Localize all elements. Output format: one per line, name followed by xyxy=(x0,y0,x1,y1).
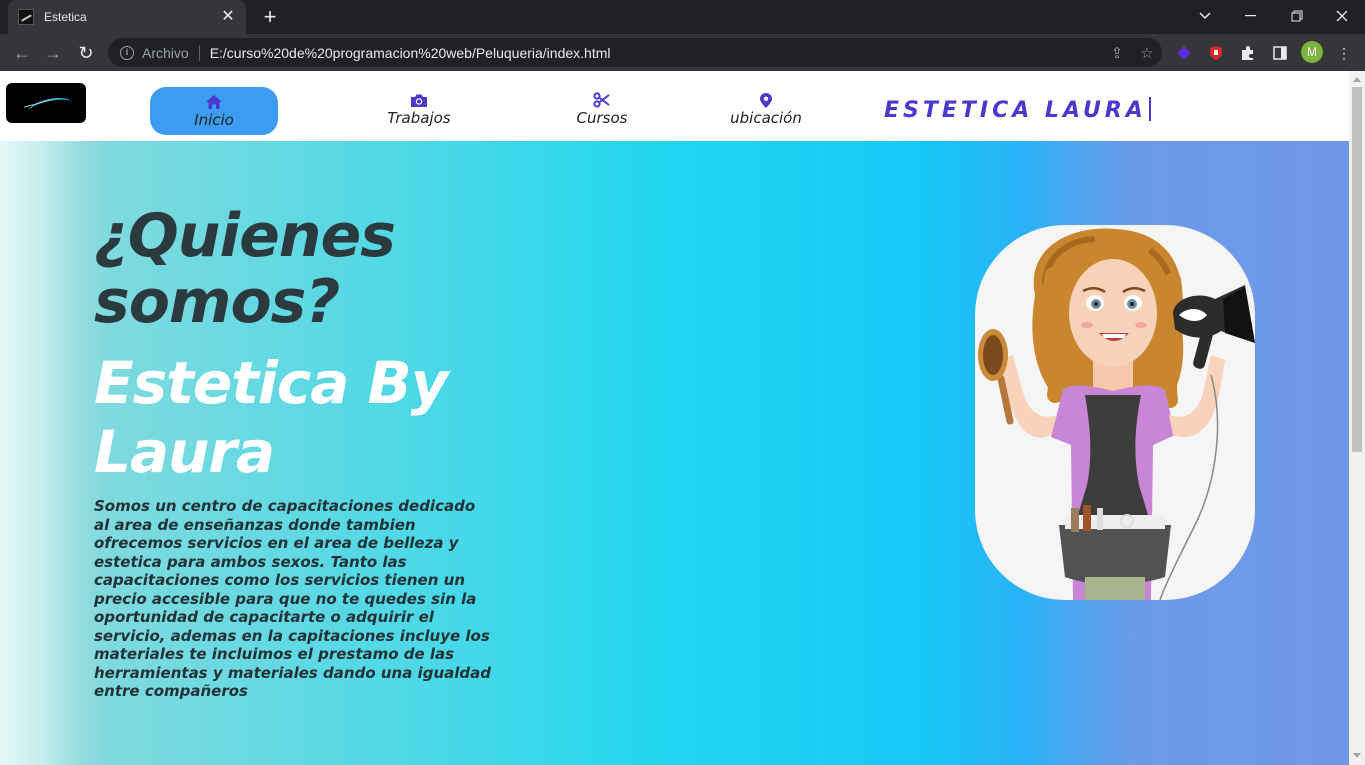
camera-icon xyxy=(410,91,428,109)
brand-text: ESTETICA LAURA xyxy=(884,98,1147,123)
nav-label-cursos: Cursos xyxy=(576,109,628,127)
site-favicon-icon xyxy=(18,9,34,25)
close-tab-icon[interactable]: ✕ xyxy=(220,9,236,25)
back-arrow-icon[interactable]: ← xyxy=(9,40,35,66)
divider xyxy=(198,44,200,61)
reload-icon[interactable]: ↻ xyxy=(73,40,99,66)
nav-item-inicio[interactable]: Inicio xyxy=(150,87,278,135)
page-scrollbar[interactable] xyxy=(1349,71,1365,765)
hero-description: Somos un centro de capacitaciones dedica… xyxy=(94,497,491,700)
hero-subtitle: Estetica By Laura xyxy=(94,349,449,486)
nav-label-trabajos: Trabajos xyxy=(387,109,451,127)
scissors-icon xyxy=(593,91,611,109)
extension-diamond-icon[interactable] xyxy=(1173,42,1195,64)
hairdresser-illustration xyxy=(975,225,1255,600)
scheme-label: Archivo xyxy=(142,44,189,61)
menu-kebab-icon[interactable]: ⋮ xyxy=(1333,42,1355,64)
browser-tab-bar: Estetica ✕ + xyxy=(0,0,1365,34)
side-panel-icon[interactable] xyxy=(1269,42,1291,64)
hero-title: ¿Quienes somos? xyxy=(94,201,396,337)
bookmark-star-icon[interactable]: ☆ xyxy=(1132,44,1162,62)
new-tab-button[interactable]: + xyxy=(258,6,282,28)
page-viewport: Inicio Trabajos Cursos ubicación ESTETIC… xyxy=(0,71,1349,765)
site-logo[interactable] xyxy=(6,83,86,123)
forward-arrow-icon[interactable]: → xyxy=(40,40,66,66)
scroll-down-arrow-icon[interactable] xyxy=(1353,753,1361,758)
profile-avatar[interactable]: M xyxy=(1301,41,1323,63)
close-window-button[interactable] xyxy=(1320,0,1364,32)
browser-toolbar: ← → ↻ i Archivo E:/curso%20de%20programa… xyxy=(0,34,1365,71)
location-pin-icon xyxy=(759,91,773,109)
nav-label-inicio: Inicio xyxy=(194,111,234,129)
nav-item-cursos[interactable]: Cursos xyxy=(562,85,642,133)
site-header: Inicio Trabajos Cursos ubicación ESTETIC… xyxy=(0,71,1349,141)
extensions-puzzle-icon[interactable] xyxy=(1237,42,1259,64)
nav-item-trabajos[interactable]: Trabajos xyxy=(370,85,468,133)
brand-title: ESTETICA LAURA xyxy=(884,97,1151,123)
nav-label-ubicacion: ubicación xyxy=(730,109,802,127)
home-icon xyxy=(205,93,223,111)
info-icon[interactable]: i xyxy=(120,45,134,60)
nav-item-ubicacion[interactable]: ubicación xyxy=(716,85,816,133)
tab-search-chevron-down-icon[interactable] xyxy=(1183,0,1227,32)
tab-title: Estetica xyxy=(44,10,87,24)
browser-tab[interactable]: Estetica ✕ xyxy=(8,0,246,34)
minimize-window-button[interactable] xyxy=(1229,0,1273,32)
hero-section: ¿Quienes somos? Estetica By Laura Somos … xyxy=(0,141,1349,765)
extension-shield-icon[interactable] xyxy=(1205,42,1227,64)
url-text[interactable]: E:/curso%20de%20programacion%20web/Peluq… xyxy=(210,45,1102,61)
restore-window-button[interactable] xyxy=(1275,0,1319,32)
typing-cursor xyxy=(1148,97,1151,121)
scrollbar-thumb[interactable] xyxy=(1352,87,1362,452)
scroll-up-arrow-icon[interactable] xyxy=(1353,77,1361,82)
address-bar[interactable]: i Archivo E:/curso%20de%20programacion%2… xyxy=(108,38,1162,67)
share-icon[interactable]: ⇪ xyxy=(1102,44,1132,62)
